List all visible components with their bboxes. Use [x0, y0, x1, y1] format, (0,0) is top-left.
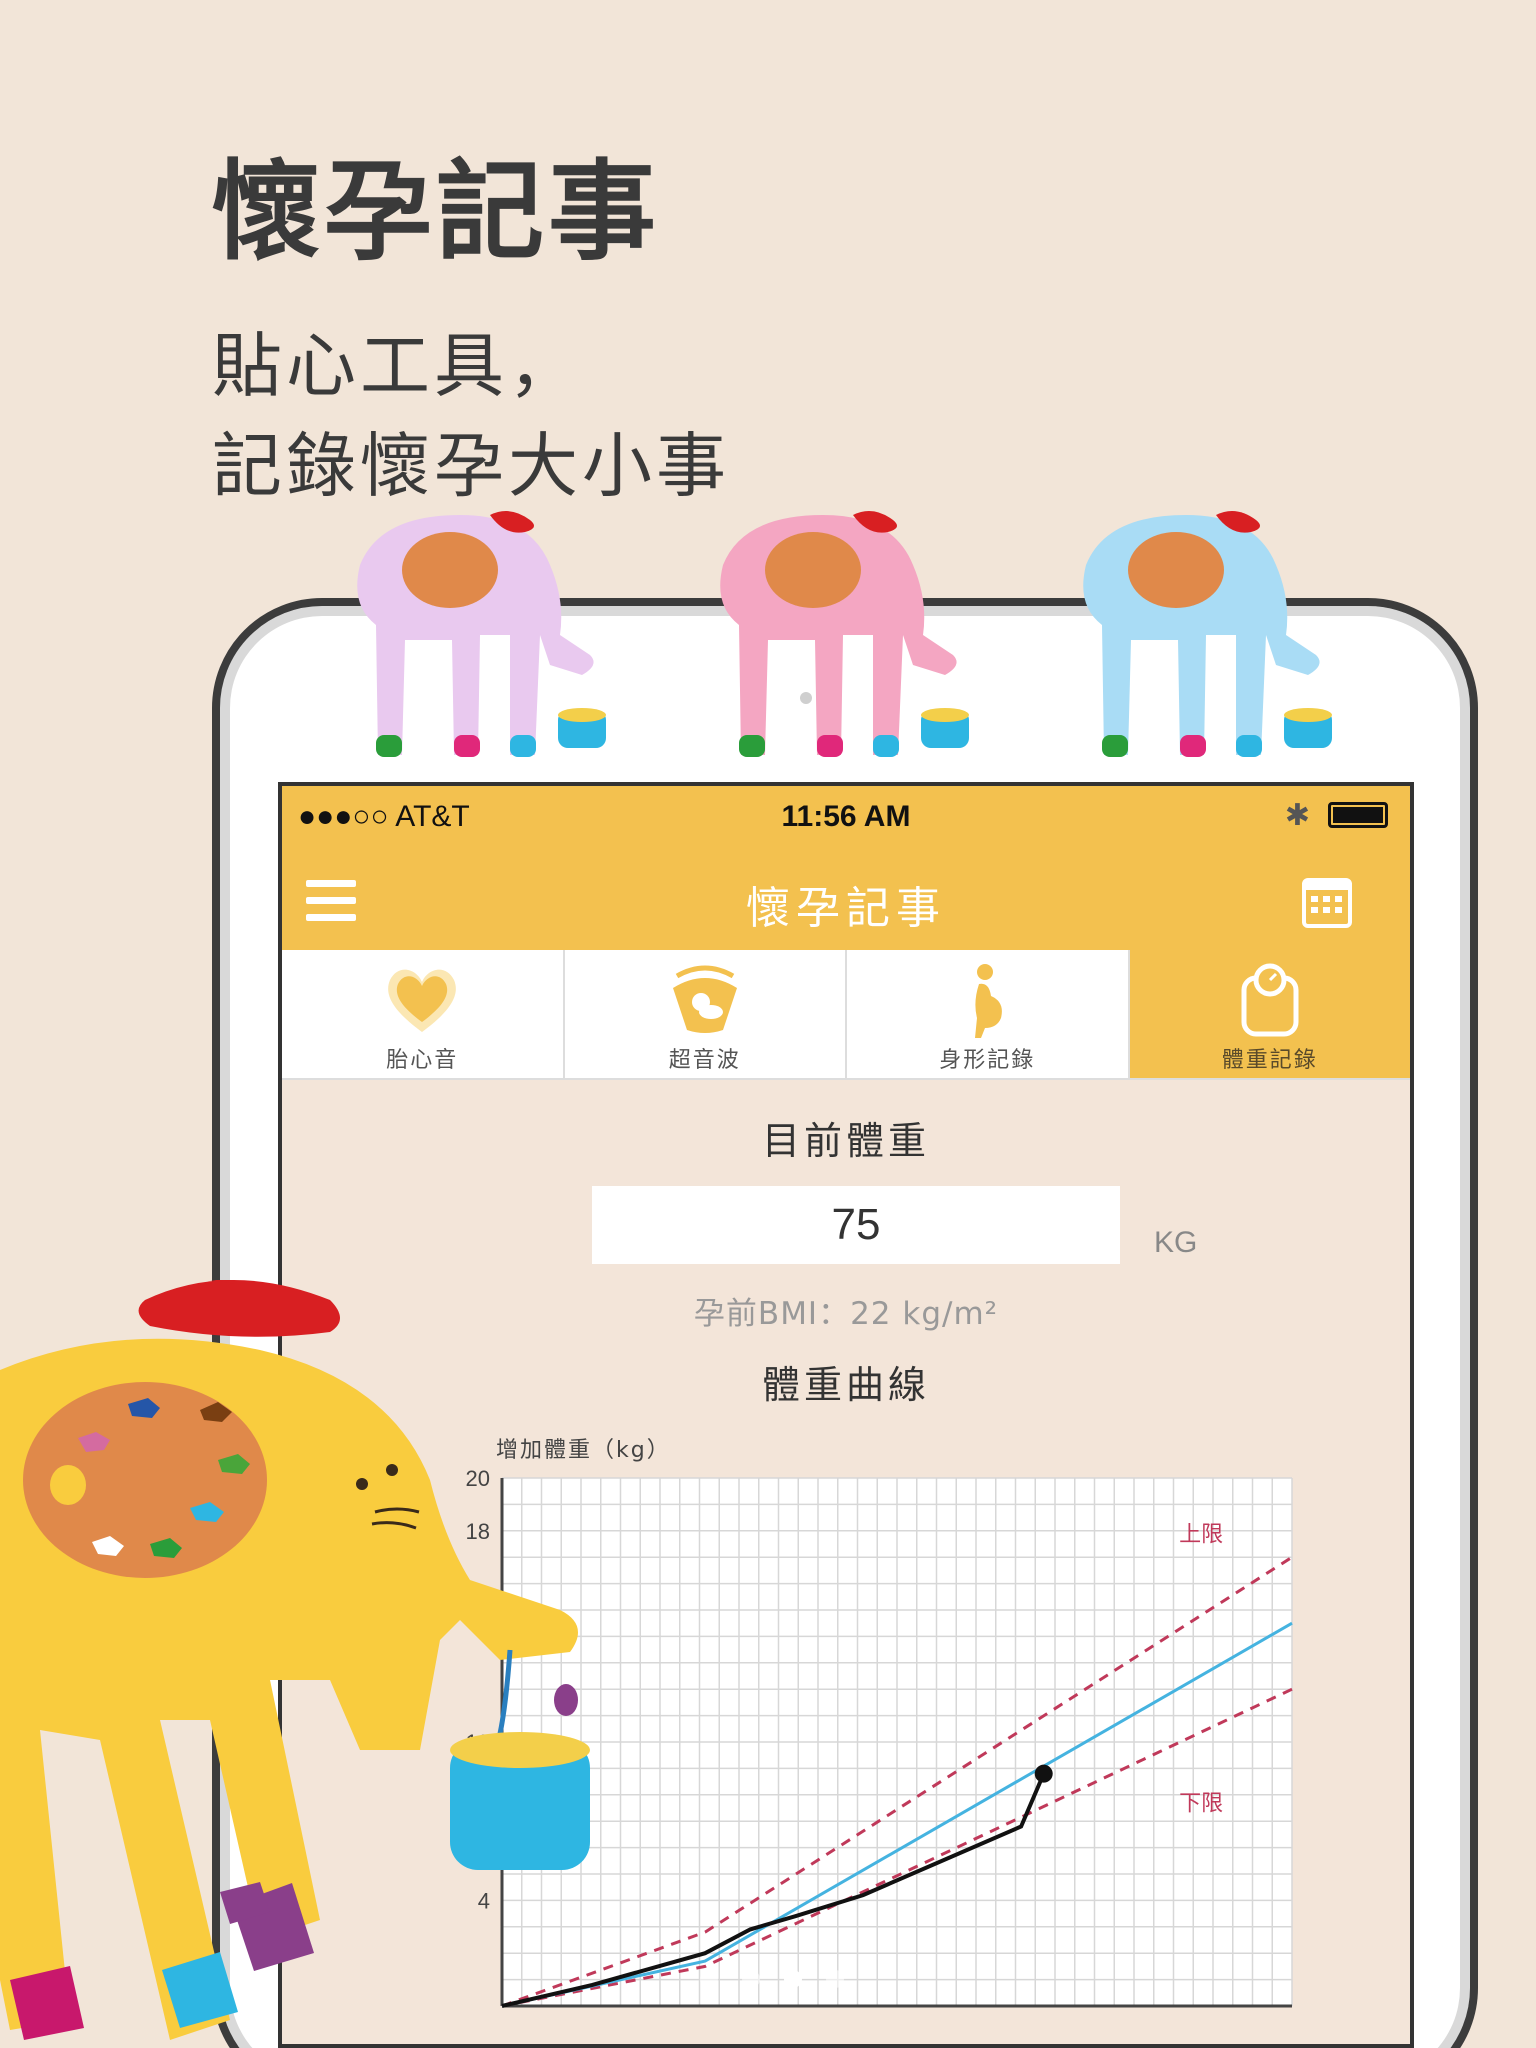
lower-bound-label: 下限: [1179, 1792, 1223, 1817]
battery-icon: [1328, 802, 1388, 828]
scale-icon: [1241, 963, 1299, 1037]
calendar-icon[interactable]: [1302, 874, 1352, 928]
tab-label: 身形記錄: [939, 1048, 1036, 1073]
yellow-elephant-illustration: [0, 1280, 590, 2040]
tab-body-record[interactable]: 身形記錄: [847, 950, 1130, 1078]
current-weight-point: [1034, 1764, 1053, 1783]
tab-label: 體重記錄: [1221, 1048, 1318, 1073]
page-indicator: [700, 1970, 844, 1988]
page-dot[interactable]: [742, 1970, 760, 1988]
status-bar: ●●●○○ AT&T 11:56 AM ✱: [282, 786, 1410, 846]
promo-subline-1: 貼心工具，: [212, 325, 582, 407]
tab-weight-record[interactable]: 體重記錄: [1129, 950, 1410, 1078]
upper-bound-label: 上限: [1179, 1522, 1223, 1547]
promo-headline: 懷孕記事: [212, 150, 661, 275]
ultrasound-icon: [672, 965, 737, 1033]
tab-ultrasound[interactable]: 超音波: [565, 950, 847, 1078]
tab-label: 超音波: [668, 1048, 741, 1073]
heart-icon: [388, 969, 457, 1032]
weight-input[interactable]: 75: [592, 1186, 1120, 1264]
promo-subline-2: 記錄懷孕大小事: [212, 425, 730, 507]
purple-elephant-illustration: [357, 511, 606, 757]
feature-tabs: 胎心音 超音波 身形記錄 體重記錄: [282, 950, 1410, 1080]
page-dot-active[interactable]: [784, 1970, 802, 1988]
page-dot[interactable]: [700, 1970, 718, 1988]
status-time: 11:56 AM: [781, 800, 911, 833]
page-dot[interactable]: [826, 1970, 844, 1988]
weight-unit: KG: [1154, 1226, 1198, 1259]
nav-bar: 懷孕記事: [282, 846, 1410, 950]
pink-elephant-illustration: [720, 511, 969, 757]
tab-fetal-heartbeat[interactable]: 胎心音: [282, 950, 565, 1078]
nav-title: 懷孕記事: [746, 883, 946, 934]
pregnant-body-icon: [975, 964, 1003, 1038]
tab-label: 胎心音: [386, 1048, 459, 1073]
current-weight-title: 目前體重: [761, 1119, 930, 1163]
blue-elephant-illustration: [1083, 511, 1332, 757]
bluetooth-icon: ✱: [1284, 799, 1310, 832]
